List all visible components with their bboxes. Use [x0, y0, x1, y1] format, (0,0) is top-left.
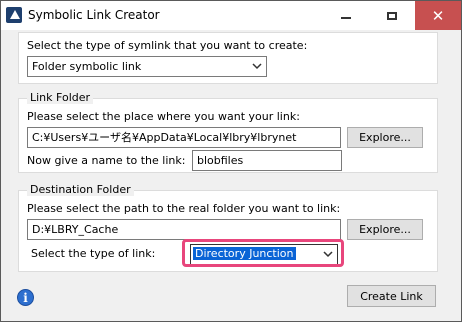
link-folder-path-input[interactable]: C:¥Users¥ユーザ名¥AppData¥Local¥lbry¥lbrynet [27, 127, 341, 148]
app-icon [6, 7, 22, 23]
minimize-icon [341, 16, 351, 19]
destination-explore-button[interactable]: Explore... [347, 219, 423, 240]
close-button[interactable]: ✕ [415, 1, 461, 30]
symlink-type-value: Folder symbolic link [32, 60, 142, 73]
link-folder-group: Link Folder Please select the place wher… [18, 91, 438, 173]
symlink-type-dropdown[interactable]: Folder symbolic link [27, 56, 267, 77]
chevron-down-icon [252, 62, 262, 70]
link-folder-legend: Link Folder [27, 91, 94, 104]
destination-path-input[interactable]: D:¥LBRY_Cache [27, 219, 341, 240]
link-folder-prompt: Please select the place where you want y… [27, 110, 300, 123]
title-bar[interactable]: Symbolic Link Creator ✕ [1, 1, 461, 30]
window-title: Symbolic Link Creator [28, 8, 160, 22]
destination-folder-prompt: Please select the path to the real folde… [27, 202, 341, 215]
maximize-button[interactable] [369, 1, 415, 30]
symbolic-link-creator-window: Symbolic Link Creator ✕ Select the type … [0, 0, 462, 322]
symlink-type-group: Select the type of symlink that you want… [18, 32, 438, 84]
destination-folder-legend: Destination Folder [27, 183, 134, 196]
link-type-highlight [182, 239, 344, 267]
close-icon: ✕ [431, 6, 445, 25]
maximize-icon [387, 11, 397, 20]
link-name-prompt: Now give a name to the link: [27, 154, 186, 167]
link-name-input[interactable]: blobfiles [192, 150, 342, 171]
link-folder-explore-button[interactable]: Explore... [347, 127, 423, 148]
create-link-button[interactable]: Create Link [347, 285, 436, 307]
link-type-prompt: Select the type of link: [31, 247, 156, 260]
client-area: Select the type of symlink that you want… [1, 30, 461, 321]
symlink-type-prompt: Select the type of symlink that you want… [27, 39, 308, 52]
minimize-button[interactable] [323, 1, 369, 30]
info-icon[interactable]: i [17, 289, 34, 306]
